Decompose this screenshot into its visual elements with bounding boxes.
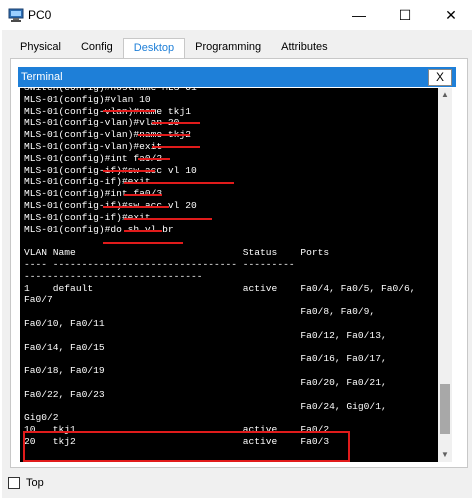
terminal-line: MLS-01(config-if)#exit bbox=[24, 211, 151, 223]
annotation-underline bbox=[138, 158, 170, 160]
annotation-underline bbox=[103, 206, 169, 208]
annotation-underline bbox=[103, 170, 155, 172]
terminal-line: Fa0/8, Fa0/9, bbox=[24, 306, 376, 318]
annotation-underline bbox=[124, 182, 234, 184]
terminal-line: Fa0/16, Fa0/17, bbox=[24, 353, 387, 365]
terminal-line: MLS-01(config)#vlan 10 bbox=[24, 93, 151, 105]
scrollbar-thumb[interactable] bbox=[440, 384, 450, 434]
tab-config[interactable]: Config bbox=[71, 38, 123, 58]
terminal-line: MLS-01(config-vlan)#vlan 20 bbox=[24, 117, 180, 129]
terminal-line: Fa0/24, Gig0/1, bbox=[24, 400, 387, 412]
terminal-line: Fa0/10, Fa0/11 bbox=[24, 317, 105, 329]
tab-attributes[interactable]: Attributes bbox=[271, 38, 337, 58]
annotation-underline bbox=[103, 110, 155, 112]
window-title: PC0 bbox=[28, 8, 52, 22]
annotation-underline bbox=[124, 218, 212, 220]
annotation-underline bbox=[124, 194, 162, 196]
scroll-down-arrow-icon[interactable]: ▼ bbox=[438, 448, 452, 462]
terminal-close-button[interactable]: X bbox=[428, 69, 452, 86]
annotation-underline bbox=[138, 134, 190, 136]
terminal-title: Terminal bbox=[21, 71, 63, 83]
minimize-button[interactable]: — bbox=[336, 0, 382, 30]
top-checkbox[interactable] bbox=[8, 477, 20, 489]
terminal-line: MLS-01(config)#do sh vl br bbox=[24, 223, 174, 235]
terminal-output[interactable]: Switch(config)#hostname MLS-01MLS-01(con… bbox=[20, 88, 438, 462]
terminal-line: Fa0/14, Fa0/15 bbox=[24, 341, 105, 353]
terminal-line: MLS-01(config-vlan)#name tkj2 bbox=[24, 129, 191, 141]
scroll-up-arrow-icon[interactable]: ▲ bbox=[438, 88, 452, 102]
terminal-line: Fa0/7 bbox=[24, 294, 53, 306]
terminal-line: MLS-01(config)#int fa0/2 bbox=[24, 152, 163, 164]
terminal-line: MLS-01(config-vlan)#exit bbox=[24, 140, 163, 152]
terminal-line: MLS-01(config-vlan)#name tkj1 bbox=[24, 105, 191, 117]
top-checkbox-label: Top bbox=[26, 477, 44, 489]
terminal-lines: Switch(config)#hostname MLS-01MLS-01(con… bbox=[24, 88, 416, 448]
terminal-line: MLS-01(config-if)#sw acc vl 20 bbox=[24, 199, 197, 211]
terminal-line: MLS-01(config-if)#sw acc vl 10 bbox=[24, 164, 197, 176]
close-window-button[interactable]: ✕ bbox=[428, 0, 474, 30]
terminal-line: MLS-01(config)#int fa0/3 bbox=[24, 188, 163, 200]
terminal-line: Fa0/18, Fa0/19 bbox=[24, 365, 105, 377]
annotation-underline bbox=[103, 242, 183, 244]
title-bar: PC0 — ☐ ✕ bbox=[0, 0, 474, 30]
terminal-line: Fa0/22, Fa0/23 bbox=[24, 388, 105, 400]
terminal-line: VLAN Name Status Ports bbox=[24, 247, 330, 259]
maximize-button[interactable]: ☐ bbox=[382, 0, 428, 30]
tab-physical[interactable]: Physical bbox=[10, 38, 71, 58]
terminal-title-bar: Terminal bbox=[18, 67, 456, 87]
annotation-underline bbox=[152, 122, 200, 124]
packet-tracer-pc-icon bbox=[8, 8, 24, 22]
terminal-line: ---- -------------------------------- --… bbox=[24, 258, 301, 270]
terminal-line: Fa0/12, Fa0/13, bbox=[24, 329, 387, 341]
terminal-line: Gig0/2 bbox=[24, 412, 59, 424]
tab-programming[interactable]: Programming bbox=[185, 38, 271, 58]
annotation-underline bbox=[124, 230, 162, 232]
annotation-box bbox=[23, 431, 350, 462]
tab-bar: Physical Config Desktop Programming Attr… bbox=[10, 38, 338, 60]
annotation-underline bbox=[152, 146, 200, 148]
tab-desktop[interactable]: Desktop bbox=[122, 38, 186, 60]
terminal-line: 1 default active Fa0/4, Fa0/5, Fa0/6, bbox=[24, 282, 416, 294]
terminal-line: Fa0/20, Fa0/21, bbox=[24, 376, 387, 388]
terminal-line: ------------------------------- bbox=[24, 270, 203, 282]
